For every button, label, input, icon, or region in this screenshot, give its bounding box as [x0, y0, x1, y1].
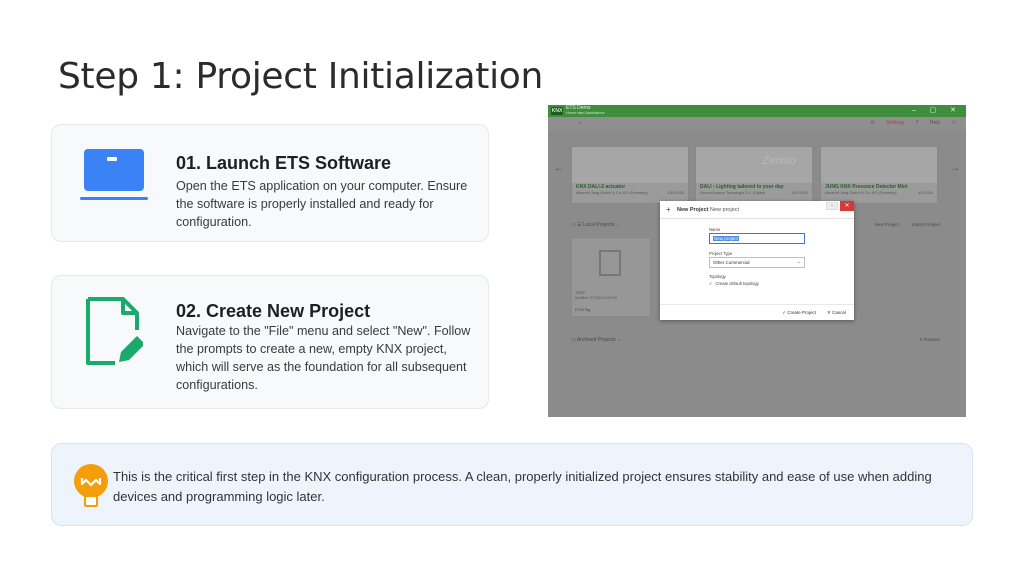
dialog-subtitle: New project: [710, 207, 740, 213]
window-controls: – ▢ ✕: [911, 107, 962, 114]
close-icon: ✕: [840, 201, 854, 211]
lightbulb-icon: [74, 464, 108, 507]
featured-title: KNX DALI-2 actuator: [576, 184, 626, 190]
help-link: ? Help: [915, 120, 941, 126]
local-projects-actions: New Project Import Project: [862, 222, 940, 227]
project-card: TEST Modified 7/7/2024 9:23 PM ETS6 Tag: [571, 237, 651, 317]
featured-image: [572, 147, 688, 183]
chevron-down-icon: ⌄: [796, 259, 801, 265]
callout-banner: This is the critical first step in the K…: [51, 443, 973, 526]
app-titlebar: KNX ETS Demo Home and Assistance – ▢ ✕: [548, 105, 966, 117]
carousel-next-icon: →: [950, 163, 960, 174]
default-topology-checkbox: ✓ Create default topology: [709, 281, 759, 286]
step-card-launch: 01. Launch ETS Software Open the ETS app…: [51, 124, 489, 242]
restore-link: ↻ Restore: [919, 337, 940, 342]
featured-title: JUNG KNX Presence Detector Mini: [825, 184, 908, 190]
local-projects-label: Local Projects: [583, 222, 615, 228]
dialog-title: New Project: [677, 207, 709, 213]
create-project-button: ✓ Create Project: [782, 310, 816, 315]
cancel-button: ✕ Cancel: [826, 310, 846, 315]
featured-brand: Zennio: [762, 155, 796, 167]
step-heading: 01. Launch ETS Software: [176, 153, 392, 173]
dialog-footer: ✓ Create Project ✕ Cancel: [660, 304, 854, 320]
local-projects-header: ▭ ☰ Local Projects ⌄: [571, 222, 620, 228]
app-toolbar: ⌕ ⚙ Settings ? Help ⚇: [548, 117, 966, 131]
project-type-select: Other Commercial ⌄: [709, 257, 805, 268]
user-icon: ⚇: [951, 120, 956, 126]
archived-projects-label: Archived Projects: [576, 337, 616, 343]
app-subtitle: Home and Assistance: [566, 110, 605, 115]
dialog-header: + New Project New project – ✕: [660, 201, 854, 219]
archived-projects-header: ▭ Archived Projects ⌄: [571, 337, 622, 343]
step-body: Navigate to the "File" menu and select "…: [176, 324, 471, 392]
new-project-dialog: + New Project New project – ✕ Name New p…: [660, 201, 854, 320]
featured-subtitle: Albrecht Jung GmbH & Co. KG (Germany): [825, 191, 897, 195]
featured-date: 4/1/2024: [918, 191, 933, 195]
carousel-prev-icon: ←: [554, 163, 564, 174]
project-tag: ETS6 Tag: [575, 308, 591, 312]
featured-image: [821, 147, 937, 183]
featured-title: DALI - Lighting tailored to your day: [700, 184, 784, 190]
import-project-link: Import Project: [911, 222, 940, 227]
laptop-icon: [80, 149, 148, 200]
step-heading: 02. Create New Project: [176, 301, 371, 321]
search-icon: ⌕: [578, 120, 582, 127]
help-label: Help: [929, 120, 941, 126]
featured-subtitle: Albrecht Jung GmbH & Co. KG (Germany): [576, 191, 648, 195]
new-project-link: New Project: [874, 222, 899, 227]
step-body: Open the ETS application on your compute…: [176, 179, 468, 229]
featured-date: 1/10/2024: [667, 191, 684, 195]
plus-icon: +: [666, 205, 671, 214]
project-type-value: Other Commercial: [713, 260, 750, 265]
featured-subtitle: Zennio Avance Tecnologia S.L. (Spain): [700, 191, 766, 195]
settings-link: ⚙ Settings: [870, 120, 905, 126]
edit-document-icon: [86, 297, 143, 365]
name-label: Name: [709, 227, 721, 232]
project-type-label: Project Type: [709, 251, 733, 256]
featured-tile: KNX DALI-2 actuator Albrecht Jung GmbH &…: [571, 146, 689, 204]
knx-logo: KNX: [551, 107, 563, 115]
create-project-label: Create Project: [787, 310, 816, 315]
building-icon: [599, 250, 621, 276]
featured-tile: Zennio DALI - Lighting tailored to your …: [695, 146, 813, 204]
project-name: TEST: [575, 290, 586, 295]
callout-text: This is the critical first step in the K…: [113, 469, 932, 504]
ets-screenshot: KNX ETS Demo Home and Assistance – ▢ ✕ ⌕…: [548, 105, 966, 417]
checkmark-icon: ✓: [709, 281, 713, 286]
restore-label: Restore: [924, 337, 940, 342]
settings-label: Settings: [886, 120, 905, 126]
project-info: Modified 7/7/2024 9:23 PM: [575, 296, 617, 300]
featured-tile: JUNG KNX Presence Detector Mini Albrecht…: [820, 146, 938, 204]
slide-title: Step 1: Project Initialization: [58, 56, 544, 97]
topology-label: Topology: [709, 274, 726, 279]
cancel-label: Cancel: [831, 310, 846, 315]
name-field: New project: [709, 233, 805, 244]
featured-date: 1/10/2024: [791, 191, 808, 195]
step-card-create: 02. Create New Project Navigate to the "…: [51, 275, 489, 409]
minimize-icon: –: [826, 202, 838, 210]
name-value: New project: [713, 236, 739, 241]
checkbox-label: Create default topology: [715, 281, 759, 286]
